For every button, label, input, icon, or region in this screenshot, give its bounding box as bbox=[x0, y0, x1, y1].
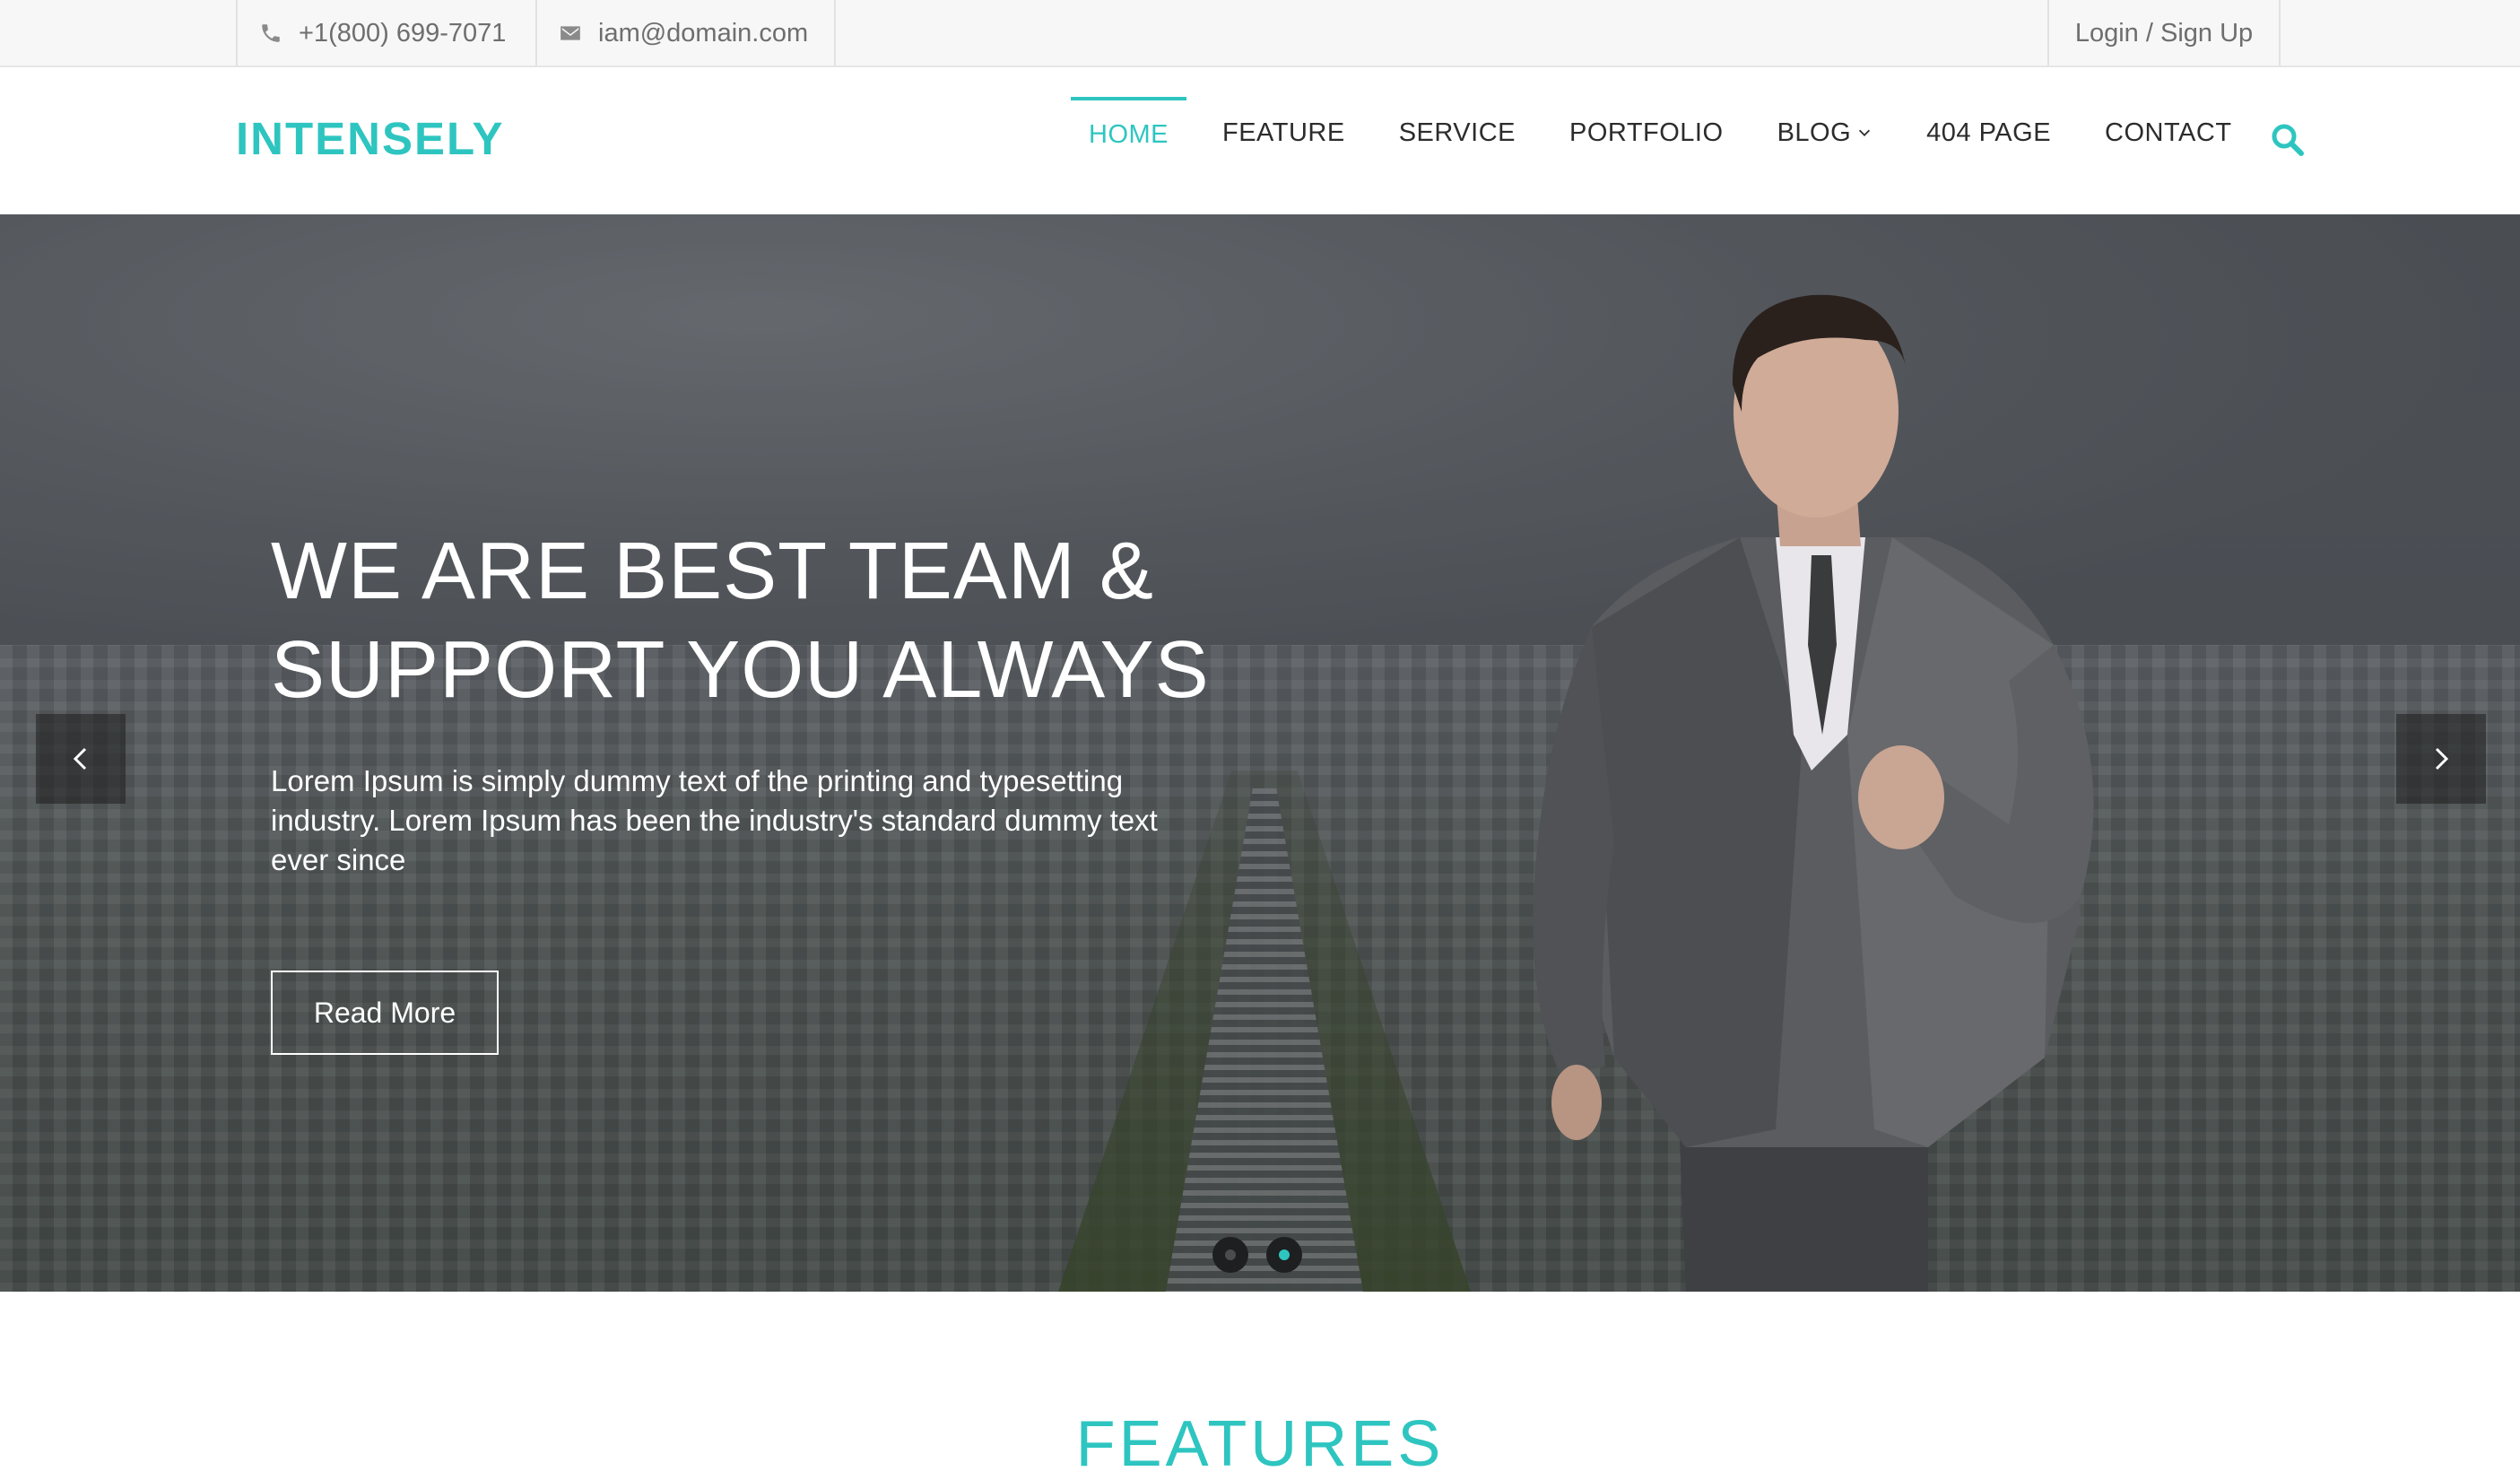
phone-number: +1(800) 699-7071 bbox=[299, 18, 507, 48]
nav-feature-label: FEATURE bbox=[1222, 118, 1345, 147]
main-header: INTENSELY HOME FEATURE SERVICE PORTFOLIO… bbox=[0, 67, 2520, 214]
email-contact[interactable]: iam@domain.com bbox=[535, 0, 836, 66]
nav-service-label: SERVICE bbox=[1398, 118, 1516, 147]
site-logo[interactable]: INTENSELY bbox=[236, 112, 505, 165]
chevron-right-icon bbox=[2435, 747, 2449, 770]
nav-contact-label: CONTACT bbox=[2105, 118, 2232, 147]
nav-contact[interactable]: CONTACT bbox=[2087, 97, 2250, 169]
login-signup-label: Login / Sign Up bbox=[2074, 18, 2254, 48]
phone-contact[interactable]: +1(800) 699-7071 bbox=[236, 0, 537, 66]
hero-title: WE ARE BEST TEAM & SUPPORT YOU ALWAYS bbox=[271, 522, 1347, 719]
nav-home-label: HOME bbox=[1089, 119, 1169, 149]
hero-title-line-2: SUPPORT YOU ALWAYS bbox=[271, 625, 1210, 715]
nav-portfolio[interactable]: PORTFOLIO bbox=[1551, 97, 1742, 169]
nav-home[interactable]: HOME bbox=[1071, 97, 1186, 169]
businessman-image bbox=[1533, 294, 2094, 1292]
hero-slider: WE ARE BEST TEAM & SUPPORT YOU ALWAYS Lo… bbox=[0, 214, 2520, 1292]
main-nav: HOME FEATURE SERVICE PORTFOLIO BLOG 404 … bbox=[1071, 97, 2268, 169]
features-heading: FEATURES bbox=[1075, 1408, 1445, 1480]
nav-404-label: 404 PAGE bbox=[1926, 118, 2052, 147]
nav-portfolio-label: PORTFOLIO bbox=[1569, 118, 1724, 147]
nav-404-page[interactable]: 404 PAGE bbox=[1908, 97, 2069, 169]
chevron-down-icon bbox=[1856, 125, 1873, 141]
hero-description: Lorem Ipsum is simply dummy text of the … bbox=[271, 764, 1158, 876]
hero-title-line-1: WE ARE BEST TEAM & bbox=[271, 527, 1154, 616]
nav-service[interactable]: SERVICE bbox=[1381, 97, 1534, 169]
slider-next-button[interactable] bbox=[2396, 714, 2486, 804]
phone-icon bbox=[259, 22, 282, 45]
nav-feature[interactable]: FEATURE bbox=[1204, 97, 1363, 169]
envelope-icon bbox=[559, 22, 582, 45]
read-more-button[interactable]: Read More bbox=[271, 971, 499, 1055]
slider-prev-button[interactable] bbox=[36, 714, 126, 804]
slider-dot-2[interactable] bbox=[1266, 1237, 1302, 1273]
nav-blog-label: BLOG bbox=[1777, 118, 1852, 147]
slider-dot-1[interactable] bbox=[1212, 1237, 1248, 1273]
email-address: iam@domain.com bbox=[598, 18, 809, 48]
nav-blog[interactable]: BLOG bbox=[1760, 97, 1891, 169]
search-icon[interactable] bbox=[2269, 121, 2305, 157]
login-signup-link[interactable]: Login / Sign Up bbox=[2047, 0, 2281, 66]
top-bar: +1(800) 699-7071 iam@domain.com Login / … bbox=[0, 0, 2520, 67]
chevron-left-icon bbox=[73, 747, 87, 770]
